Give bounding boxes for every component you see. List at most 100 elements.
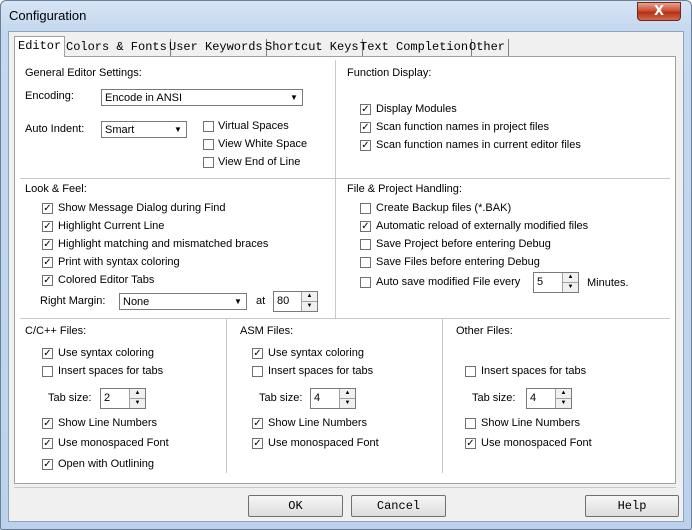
view-white-space-checkbox[interactable] bbox=[203, 139, 214, 150]
highlight-current-line-label: Highlight Current Line bbox=[58, 220, 165, 232]
chevron-down-icon[interactable]: ▼ bbox=[301, 302, 317, 311]
display-modules-checkbox[interactable]: ✓ bbox=[360, 104, 371, 115]
close-button[interactable]: X bbox=[637, 2, 681, 21]
help-button[interactable]: Help bbox=[585, 495, 679, 517]
chevron-up-icon[interactable]: ▲ bbox=[562, 273, 578, 283]
highlight-braces-label: Highlight matching and mismatched braces bbox=[58, 238, 269, 250]
tab-editor[interactable]: Editor bbox=[14, 36, 66, 57]
chevron-up-icon[interactable]: ▲ bbox=[129, 389, 145, 399]
asm-syntax-coloring-checkbox[interactable]: ✓ bbox=[252, 348, 263, 359]
ok-button[interactable]: OK bbox=[248, 495, 343, 517]
chevron-up-icon[interactable]: ▲ bbox=[555, 389, 571, 399]
button-bar-divider bbox=[14, 487, 676, 488]
other-insert-spaces-label: Insert spaces for tabs bbox=[481, 365, 587, 377]
auto-save-interval-spinner[interactable]: 5 ▲ ▼ bbox=[533, 272, 579, 293]
cpp-line-numbers-label: Show Line Numbers bbox=[58, 417, 158, 429]
auto-indent-label: Auto Indent: bbox=[25, 123, 85, 135]
other-files-heading: Other Files: bbox=[456, 325, 513, 337]
chevron-down-icon[interactable]: ▼ bbox=[339, 399, 355, 408]
virtual-spaces-checkbox[interactable] bbox=[203, 121, 214, 132]
show-message-dialog-label: Show Message Dialog during Find bbox=[58, 202, 226, 214]
other-monospaced-label: Use monospaced Font bbox=[481, 437, 592, 449]
other-tab-size-spinner[interactable]: 4 ▲ ▼ bbox=[526, 388, 572, 409]
scan-project-files-checkbox[interactable]: ✓ bbox=[360, 122, 371, 133]
other-line-numbers-checkbox[interactable] bbox=[465, 418, 476, 429]
highlight-current-line-checkbox[interactable]: ✓ bbox=[42, 221, 53, 232]
other-tab-size-label: Tab size: bbox=[472, 392, 516, 404]
asm-monospaced-checkbox[interactable]: ✓ bbox=[252, 438, 263, 449]
save-project-debug-checkbox[interactable] bbox=[360, 239, 371, 250]
tab-other[interactable]: Other bbox=[466, 39, 510, 56]
asm-tab-size-label: Tab size: bbox=[259, 392, 303, 404]
chevron-down-icon: ▼ bbox=[234, 297, 242, 306]
asm-syntax-coloring-label: Use syntax coloring bbox=[268, 347, 364, 359]
scan-project-files-label: Scan function names in project files bbox=[376, 121, 550, 133]
create-backup-label: Create Backup files (*.BAK) bbox=[376, 202, 512, 214]
view-end-of-line-checkbox[interactable] bbox=[203, 157, 214, 168]
asm-line-numbers-label: Show Line Numbers bbox=[268, 417, 368, 429]
cpp-monospaced-checkbox[interactable]: ✓ bbox=[42, 438, 53, 449]
auto-reload-checkbox[interactable]: ✓ bbox=[360, 221, 371, 232]
divider bbox=[20, 318, 670, 319]
create-backup-checkbox[interactable] bbox=[360, 203, 371, 214]
highlight-braces-checkbox[interactable]: ✓ bbox=[42, 239, 53, 250]
view-white-space-label: View White Space bbox=[218, 138, 308, 150]
cpp-tab-size-spinner[interactable]: 2 ▲ ▼ bbox=[100, 388, 146, 409]
right-margin-column-value: 80 bbox=[277, 295, 290, 307]
display-modules-label: Display Modules bbox=[376, 103, 457, 115]
asm-tab-size-spinner[interactable]: 4 ▲ ▼ bbox=[310, 388, 356, 409]
colored-editor-tabs-label: Colored Editor Tabs bbox=[58, 274, 155, 286]
cpp-tab-size-value: 2 bbox=[104, 392, 111, 404]
encoding-select[interactable]: Encode in ANSI ▼ bbox=[101, 89, 303, 106]
print-syntax-coloring-checkbox[interactable]: ✓ bbox=[42, 257, 53, 268]
divider bbox=[226, 318, 227, 473]
right-margin-label: Right Margin: bbox=[40, 295, 106, 307]
editor-tab-panel: General Editor Settings: Encoding: Encod… bbox=[14, 56, 676, 484]
cpp-syntax-coloring-label: Use syntax coloring bbox=[58, 347, 154, 359]
cpp-outlining-checkbox[interactable]: ✓ bbox=[42, 459, 53, 470]
dialog-window: Configuration X Editor Colors & Fonts Us… bbox=[0, 0, 692, 530]
show-message-dialog-checkbox[interactable]: ✓ bbox=[42, 203, 53, 214]
save-project-debug-label: Save Project before entering Debug bbox=[376, 238, 551, 250]
tab-text-completion[interactable]: Text Completion bbox=[357, 39, 473, 56]
auto-save-checkbox[interactable] bbox=[360, 277, 371, 288]
save-files-debug-checkbox[interactable] bbox=[360, 257, 371, 268]
chevron-down-icon[interactable]: ▼ bbox=[562, 283, 578, 292]
auto-save-label: Auto save modified File every bbox=[376, 276, 521, 288]
chevron-down-icon[interactable]: ▼ bbox=[555, 399, 571, 408]
chevron-down-icon[interactable]: ▼ bbox=[129, 399, 145, 408]
function-display-heading: Function Display: bbox=[347, 67, 432, 79]
chevron-up-icon[interactable]: ▲ bbox=[339, 389, 355, 399]
other-monospaced-checkbox[interactable]: ✓ bbox=[465, 438, 476, 449]
chevron-down-icon: ▼ bbox=[174, 125, 182, 134]
tab-shortcut-keys[interactable]: Shortcut Keys bbox=[262, 39, 363, 56]
cancel-button[interactable]: Cancel bbox=[351, 495, 446, 517]
encoding-value: Encode in ANSI bbox=[105, 92, 183, 104]
dialog-client-area: Editor Colors & Fonts User Keywords Shor… bbox=[8, 31, 684, 522]
colored-editor-tabs-checkbox[interactable]: ✓ bbox=[42, 275, 53, 286]
auto-save-interval-value: 5 bbox=[537, 276, 544, 288]
tab-colors-fonts[interactable]: Colors & Fonts bbox=[63, 39, 171, 56]
other-line-numbers-label: Show Line Numbers bbox=[481, 417, 581, 429]
asm-line-numbers-checkbox[interactable]: ✓ bbox=[252, 418, 263, 429]
cpp-insert-spaces-label: Insert spaces for tabs bbox=[58, 365, 164, 377]
view-end-of-line-label: View End of Line bbox=[218, 156, 301, 168]
at-label: at bbox=[256, 295, 266, 307]
auto-reload-label: Automatic reload of externally modified … bbox=[376, 220, 589, 232]
divider bbox=[20, 178, 670, 179]
scan-editor-files-checkbox[interactable]: ✓ bbox=[360, 140, 371, 151]
print-syntax-coloring-label: Print with syntax coloring bbox=[58, 256, 180, 268]
chevron-up-icon[interactable]: ▲ bbox=[301, 292, 317, 302]
cpp-syntax-coloring-checkbox[interactable]: ✓ bbox=[42, 348, 53, 359]
title-bar[interactable]: Configuration X bbox=[1, 1, 691, 31]
right-margin-spinner[interactable]: 80 ▲ ▼ bbox=[273, 291, 318, 312]
cpp-insert-spaces-checkbox[interactable] bbox=[42, 366, 53, 377]
close-icon: X bbox=[653, 4, 665, 19]
other-insert-spaces-checkbox[interactable] bbox=[465, 366, 476, 377]
auto-indent-value: Smart bbox=[105, 124, 135, 136]
tab-user-keywords[interactable]: User Keywords bbox=[166, 39, 267, 56]
auto-indent-select[interactable]: Smart ▼ bbox=[101, 121, 187, 138]
right-margin-select[interactable]: None ▼ bbox=[119, 293, 247, 310]
cpp-line-numbers-checkbox[interactable]: ✓ bbox=[42, 418, 53, 429]
asm-insert-spaces-checkbox[interactable] bbox=[252, 366, 263, 377]
